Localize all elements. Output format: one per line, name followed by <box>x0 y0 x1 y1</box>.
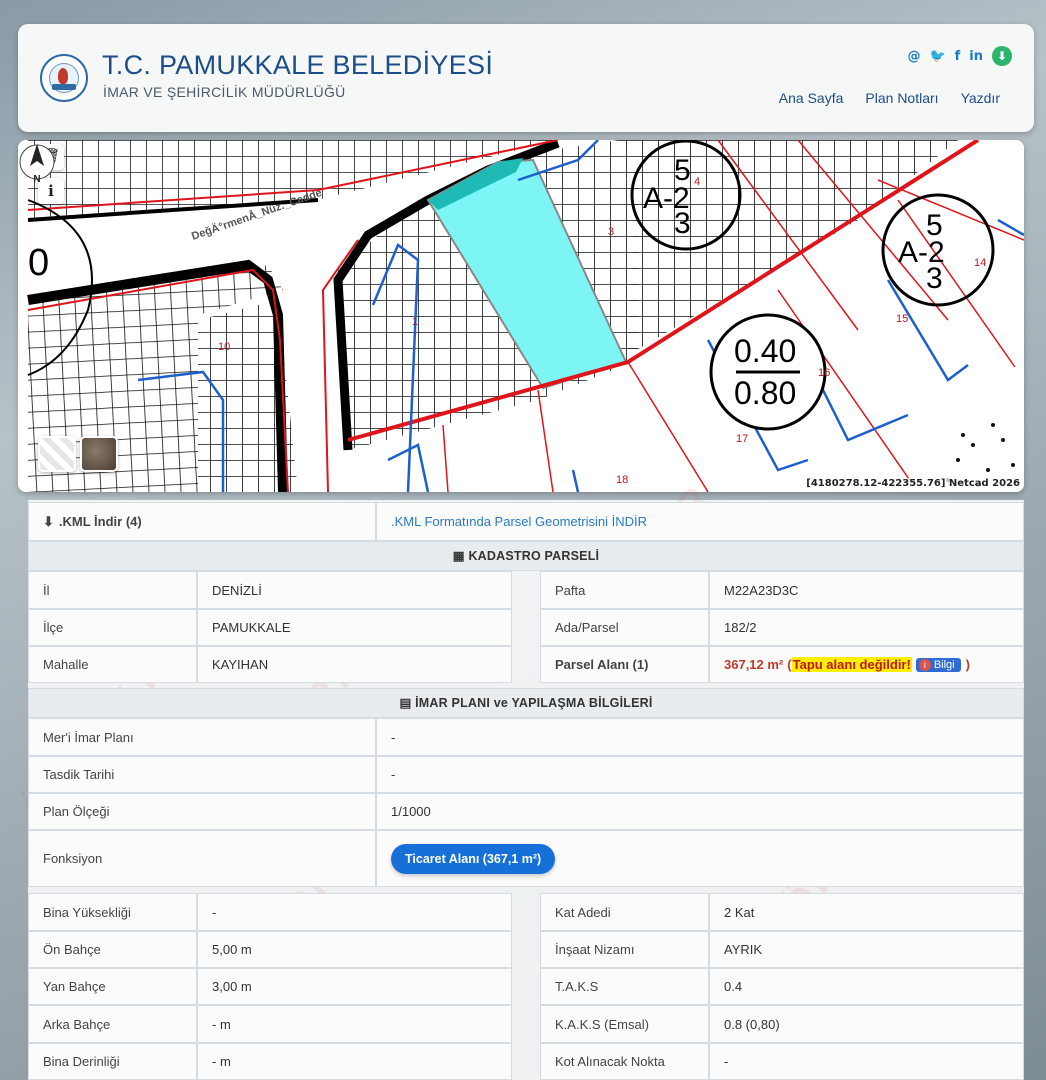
imar-row-fonksiyon: Fonksiyon Ticaret Alanı (367,1 m²) <box>28 830 1024 887</box>
kadastro-row-ada-parsel: Ada/Parsel 182/2 <box>540 609 1024 646</box>
kadastro-heading: ▦ KADASTRO PARSELİ <box>28 541 1024 571</box>
document-icon: ▤ <box>399 696 416 710</box>
parcel-number: 17 <box>736 433 748 445</box>
imar-heading: ▤ İMAR PLANI ve YAPILAŞMA BİLGİLERİ <box>28 688 1024 718</box>
parcel-number: 10 <box>218 341 230 353</box>
kml-download-link[interactable]: .KML Formatında Parsel Geometrisini İNDİ… <box>376 502 1024 541</box>
nav-yazdir[interactable]: Yazdır <box>961 90 1000 106</box>
yapi-row-yan-bahce: Yan Bahçe 3,00 m <box>28 968 512 1005</box>
kml-row: ⬇ .KML İndir (4) .KML Formatında Parsel … <box>28 502 1024 541</box>
twitter-icon[interactable]: 🐦 <box>929 49 945 64</box>
yapi-row-arka-bahce: Arka Bahçe - m <box>28 1005 512 1043</box>
main-nav: Ana Sayfa Plan Notları Yazdır <box>779 90 1000 106</box>
ratio-top: 0.40 <box>734 333 796 369</box>
info-icon: i <box>918 658 931 671</box>
basemap-plan-thumb[interactable] <box>38 436 76 472</box>
yapi-row-taks: T.A.K.S 0.4 <box>540 968 1024 1005</box>
parcel-number: 4 <box>694 176 700 188</box>
parcel-number: 14 <box>974 257 986 269</box>
municipality-logo <box>40 54 88 102</box>
yapi-row-kat-adedi: Kat Adedi 2 Kat <box>540 893 1024 931</box>
yapi-row-kot-nokta: Kot Alınacak Nokta - <box>540 1043 1024 1080</box>
download-icon: ⬇ <box>43 513 54 529</box>
area-warning: Tapu alanı değildir! <box>791 657 912 672</box>
social-links: @ 🐦 f in ⬇ <box>907 46 1012 66</box>
function-button[interactable]: Ticaret Alanı (367,1 m²) <box>391 843 556 874</box>
kadastro-row-parsel-alani: Parsel Alanı (1) 367,12 m² ( Tapu alanı … <box>540 646 1024 683</box>
nav-ana-sayfa[interactable]: Ana Sayfa <box>779 90 844 106</box>
kadastro-row-il: İl DENİZLİ <box>28 571 512 609</box>
yapi-row-bina-yuksekligi: Bina Yüksekliği - <box>28 893 512 931</box>
parcel-number: 18 <box>616 474 628 486</box>
parcel-number: 15 <box>896 313 908 325</box>
basemap-satellite-thumb[interactable] <box>80 436 118 472</box>
map-canvas: DeğÄ°rmenÅ_Nüz._Cadde 0 5 A-2 3 5 A-2 3 … <box>18 140 1024 492</box>
org-subtitle: İMAR VE ŞEHİRCİLİK MÜDÜRLÜĞÜ <box>103 84 346 100</box>
parcel-number: 3 <box>608 226 614 238</box>
imar-row-tasdik: Tasdik Tarihi - <box>28 756 1024 793</box>
download-icon[interactable]: ⬇ <box>992 46 1012 66</box>
parcel-info-panel: ÖRNEKTİR ÖRNEKTİR ÖRNEKTİR ÖRNEKTİR ÖRNE… <box>14 476 1024 1080</box>
kml-download-label[interactable]: ⬇ .KML İndir (4) <box>28 502 376 541</box>
parcel-number: 1 <box>412 316 418 328</box>
grid-icon: ▦ <box>452 549 469 563</box>
app-header: T.C. PAMUKKALE BELEDİYESİ İMAR VE ŞEHİRC… <box>18 24 1034 132</box>
bilgi-button[interactable]: i Bilgi <box>915 657 961 672</box>
nav-plan-notlari[interactable]: Plan Notları <box>865 90 938 106</box>
kadastro-row-ilce: İlçe PAMUKKALE <box>28 609 512 646</box>
imar-row-olcek: Plan Ölçeği 1/1000 <box>28 793 1024 830</box>
yapi-row-on-bahce: Ön Bahçe 5,00 m <box>28 931 512 968</box>
parcel-area-value: 367,12 m² <box>724 657 784 672</box>
zero-label: 0 <box>28 242 49 284</box>
coordinate-readout: [4180278.12-422355.76] Netcad 2026 <box>804 478 1022 489</box>
org-title: T.C. PAMUKKALE BELEDİYESİ <box>102 50 494 80</box>
zone1-bottom: 3 <box>674 207 691 240</box>
facebook-icon[interactable]: f <box>955 49 961 64</box>
ratio-bottom: 0.80 <box>734 375 796 411</box>
yapi-row-bina-derinligi: Bina Derinliği - m <box>28 1043 512 1080</box>
email-icon[interactable]: @ <box>907 49 920 64</box>
parcel-map[interactable]: DeğÄ°rmenÅ_Nüz._Cadde 0 5 A-2 3 5 A-2 3 … <box>18 140 1024 492</box>
zone2-bottom: 3 <box>926 262 943 295</box>
linkedin-icon[interactable]: in <box>969 49 983 64</box>
yapi-row-insaat-nizami: İnşaat Nizamı AYRIK <box>540 931 1024 968</box>
north-arrow-icon: N <box>19 144 55 185</box>
kadastro-row-mahalle: Mahalle KAYIHAN <box>28 646 512 683</box>
imar-row-meri-plan: Mer'i İmar Planı - <box>28 718 1024 756</box>
yapi-row-kaks: K.A.K.S (Emsal) 0.8 (0,80) <box>540 1005 1024 1043</box>
svg-text:N: N <box>33 174 40 185</box>
kadastro-row-pafta: Pafta M22A23D3C <box>540 571 1024 609</box>
parcel-number: 16 <box>818 367 830 379</box>
